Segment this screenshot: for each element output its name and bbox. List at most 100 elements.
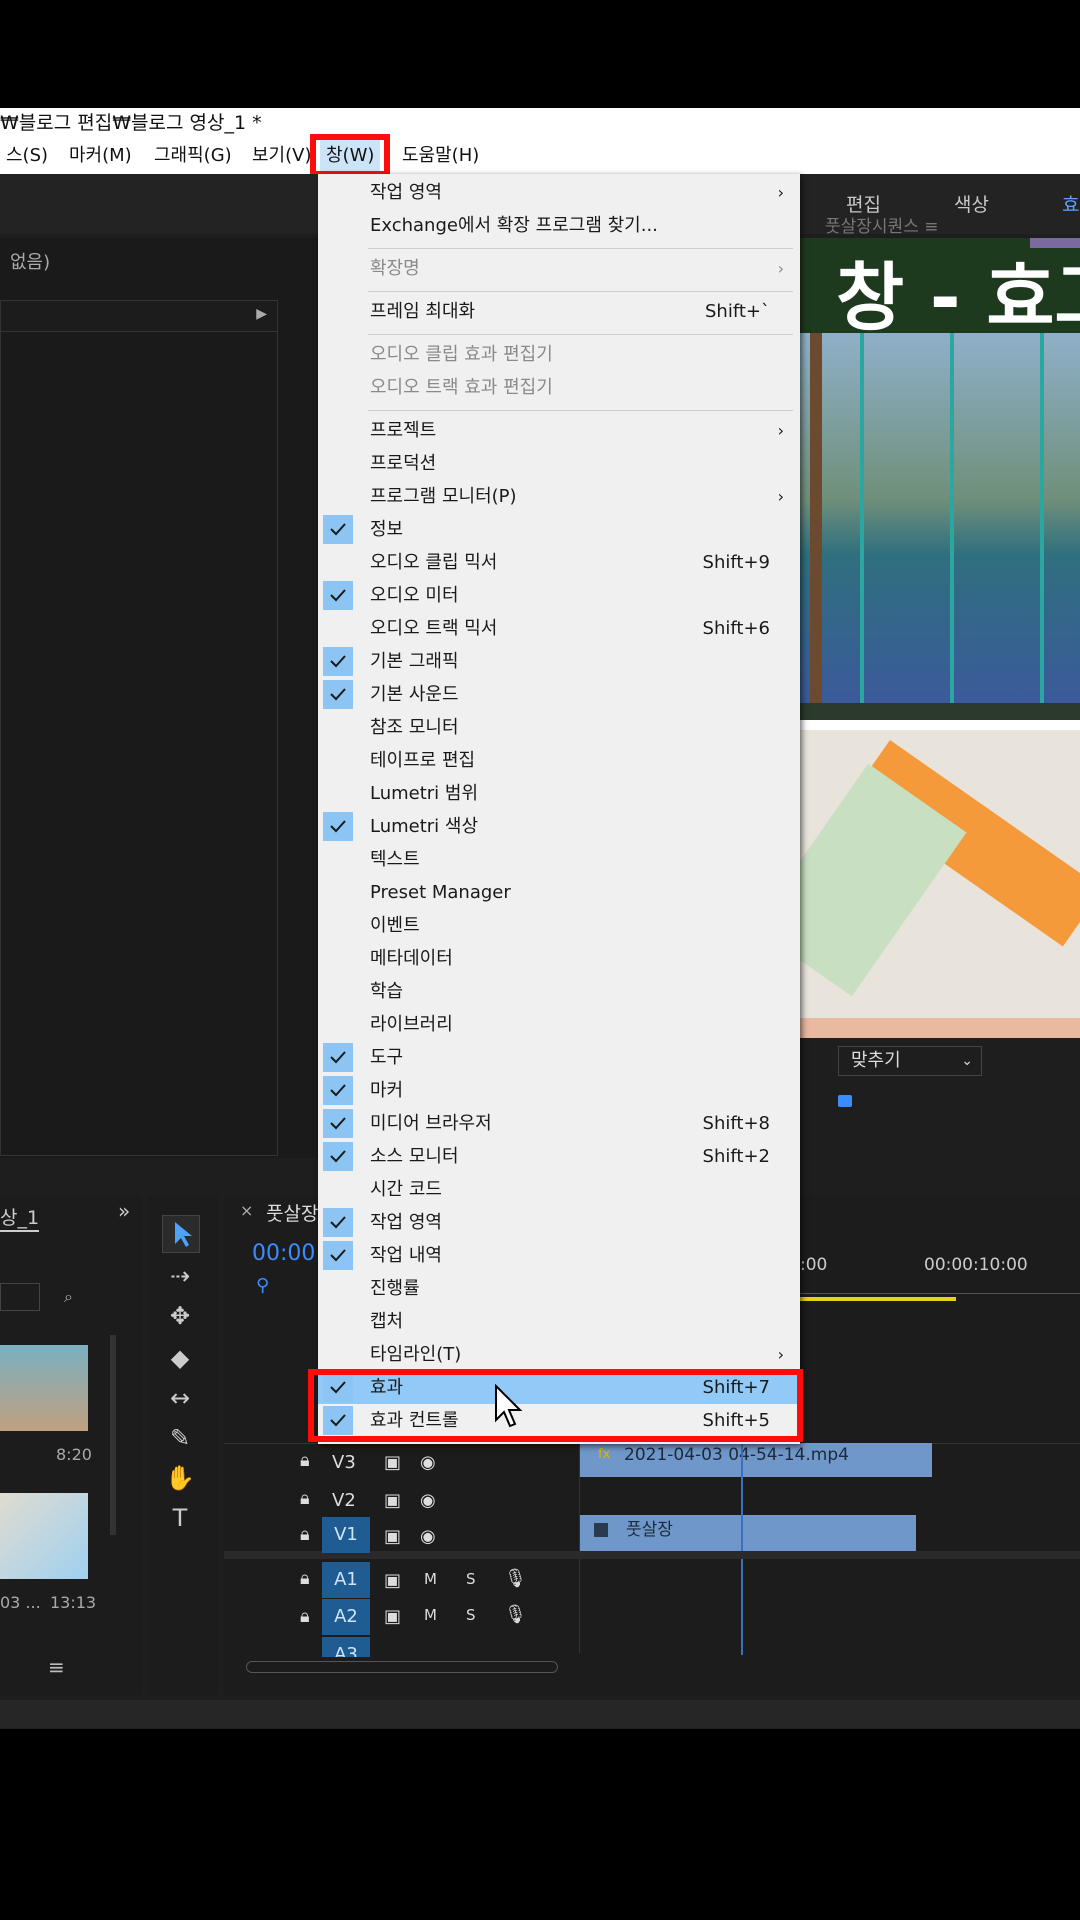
menu-item-25[interactable]: 이벤트 — [318, 909, 800, 942]
lock-icon[interactable]: 🔒︎ — [300, 1488, 310, 1509]
mute-button[interactable]: M — [424, 1570, 437, 1588]
menu-item-21[interactable]: Lumetri 범위 — [318, 777, 800, 810]
workspace-tab-color[interactable]: 색상 — [954, 190, 989, 217]
menubar-item-5[interactable]: 도움말(H) — [396, 138, 485, 174]
clip-thumbnail-map[interactable] — [0, 1493, 88, 1579]
panel-expand-icon[interactable]: » — [118, 1199, 130, 1223]
project-tab[interactable]: 상_1 — [0, 1203, 40, 1232]
project-search-input[interactable] — [0, 1283, 40, 1311]
menubar-item-3[interactable]: 보기(V) — [246, 138, 317, 174]
eye-icon[interactable]: ◉ — [420, 1452, 436, 1473]
solo-button[interactable]: S — [466, 1606, 476, 1624]
close-tab-icon[interactable]: × — [240, 1201, 253, 1220]
razor-icon[interactable]: ◆ — [162, 1340, 198, 1376]
eye-icon[interactable]: ◉ — [420, 1526, 436, 1547]
ripple-edit-icon[interactable]: ✥ — [162, 1298, 198, 1334]
menu-item-23[interactable]: 텍스트 — [318, 843, 800, 876]
zoom-fit-select[interactable]: 맞추기 ⌄ — [838, 1046, 982, 1076]
timeline-playhead[interactable] — [741, 1440, 743, 1655]
track-output-icon[interactable]: ▣ — [384, 1526, 401, 1547]
menu-item-5[interactable]: 프레임 최대화 Shift+` — [318, 295, 800, 328]
menu-item-1[interactable]: Exchange에서 확장 프로그램 찾기... — [318, 209, 800, 242]
clip-thumbnail-court[interactable] — [0, 1345, 88, 1431]
playhead-marker[interactable] — [838, 1095, 852, 1107]
menu-item-label: Lumetri 색상 — [370, 816, 479, 837]
pen-icon[interactable]: ✎ — [162, 1420, 198, 1456]
solo-button[interactable]: S — [466, 1570, 476, 1588]
menu-item-34[interactable]: 작업 영역 — [318, 1206, 800, 1239]
playback-ruler[interactable] — [800, 1095, 1080, 1107]
menu-item-18[interactable]: 기본 사운드 — [318, 678, 800, 711]
workspace-tab-effects[interactable]: 효 — [1062, 190, 1079, 217]
timeline-timecode[interactable]: 00:00: — [252, 1241, 323, 1266]
menu-item-0[interactable]: 작업 영역 › — [318, 176, 800, 209]
menu-item-15[interactable]: 오디오 미터 — [318, 579, 800, 612]
menu-item-30[interactable]: 마커 — [318, 1074, 800, 1107]
menubar-item-1[interactable]: 마커(M) — [63, 138, 138, 174]
menubar-item-0[interactable]: 스(S) — [0, 138, 54, 174]
menu-item-36[interactable]: 진행률 — [318, 1272, 800, 1305]
menu-item-22[interactable]: Lumetri 색상 — [318, 810, 800, 843]
track-a3-row[interactable]: A3 — [322, 1637, 370, 1657]
menu-item-12[interactable]: 프로그램 모니터(P) › — [318, 480, 800, 513]
track-v2-label[interactable]: V2 — [332, 1490, 356, 1511]
track-v1-label[interactable]: V1 — [322, 1517, 370, 1553]
menu-item-17[interactable]: 기본 그래픽 — [318, 645, 800, 678]
mute-button[interactable]: M — [424, 1606, 437, 1624]
menu-item-26[interactable]: 메타데이터 — [318, 942, 800, 975]
list-view-icon[interactable]: ≡ — [48, 1655, 65, 1679]
track-output-icon[interactable]: ▣ — [384, 1570, 401, 1591]
eye-icon[interactable]: ◉ — [420, 1490, 436, 1511]
menu-item-label: 프로젝트 — [370, 420, 437, 441]
track-select-icon[interactable]: ⇢ — [162, 1258, 198, 1294]
search-icon[interactable]: ⌕ — [64, 1287, 73, 1307]
menu-item-13[interactable]: 정보 — [318, 513, 800, 546]
lock-icon[interactable]: 🔒︎ — [300, 1524, 310, 1545]
menu-item-20[interactable]: 테이프로 편집 — [318, 744, 800, 777]
ruler-label-0: :00 — [800, 1255, 828, 1275]
track-output-icon[interactable]: ▣ — [384, 1490, 401, 1511]
selection-tool-icon[interactable] — [162, 1215, 200, 1253]
lock-icon[interactable]: 🔒︎ — [300, 1568, 310, 1589]
menubar-item-2[interactable]: 그래픽(G) — [148, 138, 238, 174]
work-area-bar[interactable] — [800, 1297, 956, 1301]
menu-item-37[interactable]: 캡처 — [318, 1305, 800, 1338]
microphone-icon[interactable]: 🎙︎ — [504, 1568, 527, 1589]
clip-v1[interactable]: 풋살장 — [580, 1515, 916, 1551]
menu-item-19[interactable]: 참조 모니터 — [318, 711, 800, 744]
menu-item-27[interactable]: 학습 — [318, 975, 800, 1008]
track-a1-label[interactable]: A1 — [322, 1562, 370, 1598]
lock-icon[interactable]: 🔒︎ — [300, 1606, 310, 1627]
track-a2-label[interactable]: A2 — [322, 1599, 370, 1635]
menu-item-35[interactable]: 작업 내역 — [318, 1239, 800, 1272]
menu-item-32[interactable]: 소스 모니터 Shift+2 — [318, 1140, 800, 1173]
type-icon[interactable]: T — [162, 1500, 198, 1536]
timeline-tab[interactable]: 풋살장 — [266, 1199, 318, 1226]
slip-icon[interactable]: ↔ — [162, 1380, 198, 1416]
lock-icon[interactable]: 🔒︎ — [300, 1450, 310, 1471]
microphone-icon[interactable]: 🎙︎ — [504, 1604, 527, 1625]
track-output-icon[interactable]: ▣ — [384, 1606, 401, 1627]
menu-item-29[interactable]: 도구 — [318, 1041, 800, 1074]
menu-item-11[interactable]: 프로덕션 — [318, 447, 800, 480]
thumb2-duration: 13:13 — [50, 1593, 97, 1612]
menu-item-16[interactable]: 오디오 트랙 믹서 Shift+6 — [318, 612, 800, 645]
play-triangle-icon[interactable]: ▶ — [256, 306, 267, 322]
snap-icon[interactable]: ⚲ — [256, 1275, 269, 1296]
timeline-scrollbar[interactable] — [246, 1661, 558, 1673]
menu-item-14[interactable]: 오디오 클립 믹서 Shift+9 — [318, 546, 800, 579]
track-a3-label[interactable]: A3 — [322, 1637, 370, 1657]
menu-item-10[interactable]: 프로젝트 › — [318, 414, 800, 447]
project-scrollbar[interactable] — [110, 1335, 116, 1535]
track-v3-label[interactable]: V3 — [332, 1452, 356, 1473]
menu-item-31[interactable]: 미디어 브라우저 Shift+8 — [318, 1107, 800, 1140]
ruler-ticks[interactable] — [800, 1293, 1080, 1294]
menu-item-33[interactable]: 시간 코드 — [318, 1173, 800, 1206]
menu-item-28[interactable]: 라이브러리 — [318, 1008, 800, 1041]
menu-item-24[interactable]: Preset Manager — [318, 876, 800, 909]
program-panel-tab[interactable]: 풋살장시퀀스 ≡ — [825, 212, 939, 237]
track-output-icon[interactable]: ▣ — [384, 1452, 401, 1473]
clip-v3[interactable]: fx 2021-04-03 04-54-14.mp4 — [580, 1443, 932, 1477]
hand-icon[interactable]: ✋ — [162, 1460, 198, 1496]
menu-item-38[interactable]: 타임라인(T) › — [318, 1338, 800, 1371]
